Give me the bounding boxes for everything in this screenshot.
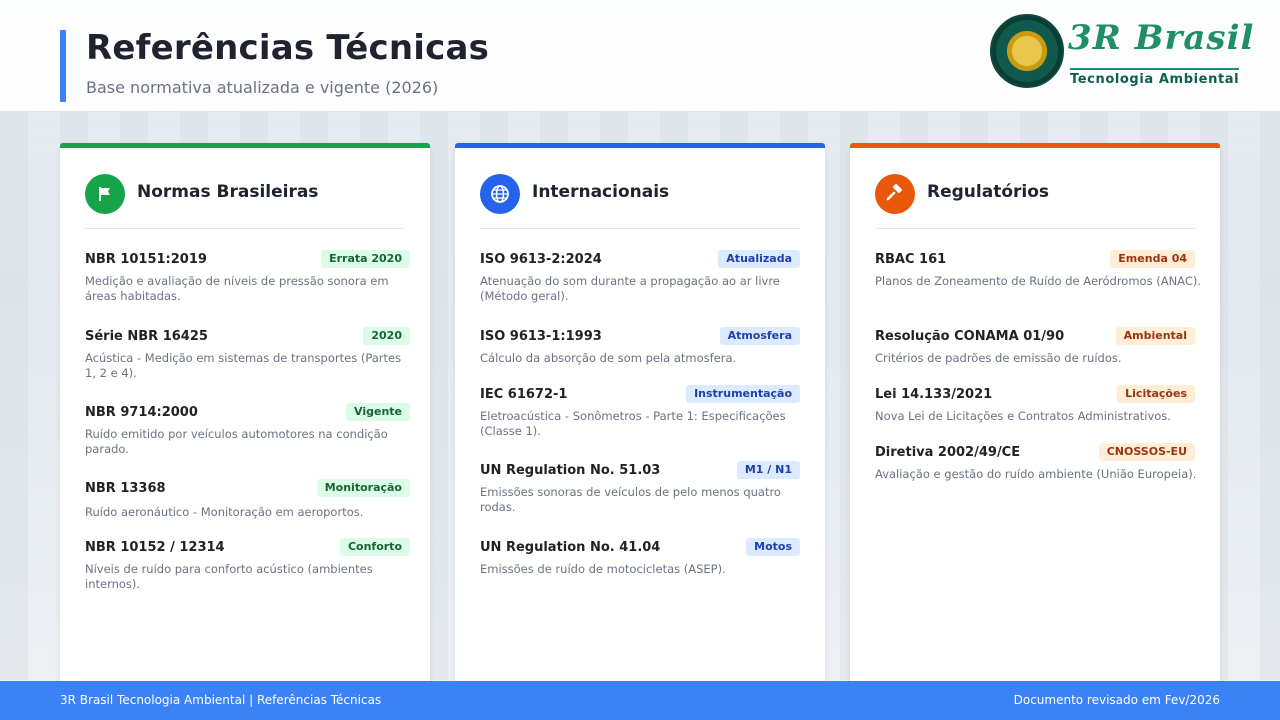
standard-description: Atenuação do som durante a propagação ao…: [480, 274, 780, 303]
card-divider: [875, 228, 1195, 229]
standard-code: NBR 10152 / 12314: [85, 540, 225, 555]
card-title: Regulatórios: [927, 182, 1050, 202]
status-badge: Errata 2020: [321, 250, 410, 268]
standard-description: Eletroacústica - Sonômetros - Parte 1: E…: [480, 409, 786, 438]
company-logo: 3R Brasil Tecnologia Ambiental: [990, 12, 1260, 88]
card-title: Normas Brasileiras: [137, 182, 319, 202]
standard-code: NBR 13368: [85, 481, 166, 496]
standard-code: UN Regulation No. 41.04: [480, 540, 661, 555]
status-badge: Conforto: [339, 538, 410, 556]
standard-description: Acústica - Medição em sistemas de transp…: [85, 351, 402, 380]
card-divider: [480, 228, 800, 229]
card-normas-brasileiras: Normas Brasileiras NBR 10151:2019 Errata…: [60, 143, 430, 688]
standard-description: Avaliação e gestão do ruído ambiente (Un…: [875, 467, 1197, 481]
card-top-bar: [455, 143, 825, 148]
standard-description: Critérios de padrões de emissão de ruído…: [875, 351, 1122, 365]
page-footer: 3R Brasil Tecnologia Ambiental | Referên…: [0, 681, 1280, 720]
standard-description: Níveis de ruído para conforto acústico (…: [85, 562, 373, 591]
standard-description: Emissões sonoras de veículos de pelo men…: [480, 485, 781, 514]
standard-code: Série NBR 16425: [85, 329, 208, 344]
status-badge: Motos: [746, 538, 800, 556]
status-badge: Vigente: [346, 403, 410, 421]
card-top-bar: [850, 143, 1220, 148]
page-header: Referências Técnicas Base normativa atua…: [0, 0, 1280, 112]
status-badge: Licitações: [1117, 385, 1195, 403]
title-accent-bar: [60, 30, 66, 102]
standard-description: Ruído aeronáutico - Monitoração em aerop…: [85, 505, 364, 519]
standard-description: Emissões de ruído de motocicletas (ASEP)…: [480, 562, 726, 576]
standard-description: Nova Lei de Licitações e Contratos Admin…: [875, 409, 1171, 423]
standard-code: RBAC 161: [875, 252, 947, 267]
standard-code: NBR 10151:2019: [85, 252, 207, 267]
status-badge: Monitoração: [316, 479, 410, 497]
standard-code: Resolução CONAMA 01/90: [875, 329, 1065, 344]
status-badge: Ambiental: [1115, 327, 1195, 345]
status-badge: Instrumentação: [686, 385, 800, 403]
standard-code: Diretiva 2002/49/CE: [875, 445, 1021, 460]
flag-icon: [85, 174, 125, 214]
standard-code: UN Regulation No. 51.03: [480, 463, 661, 478]
card-regulatorios: Regulatórios RBAC 161 Emenda 04 Planos d…: [850, 143, 1220, 688]
logo-tagline: Tecnologia Ambiental: [1070, 68, 1240, 87]
standard-description: Ruído emitido por veículos automotores n…: [85, 427, 388, 456]
gavel-icon: [875, 174, 915, 214]
globe-icon: [480, 174, 520, 214]
logo-brand-name: 3R Brasil: [1068, 18, 1255, 58]
card-top-bar: [60, 143, 430, 148]
footer-credit: 3R Brasil Tecnologia Ambiental | Referên…: [60, 693, 382, 707]
standard-code: IEC 61672-1: [480, 387, 568, 402]
standard-code: Lei 14.133/2021: [875, 387, 993, 402]
footer-revision-date: Documento revisado em Fev/2026: [1013, 693, 1220, 707]
status-badge: Atmosfera: [719, 327, 800, 345]
standard-description: Planos de Zoneamento de Ruído de Aeródro…: [875, 274, 1202, 288]
page-subtitle: Base normativa atualizada e vigente (202…: [86, 78, 439, 97]
standard-description: Medição e avaliação de níveis de pressão…: [85, 274, 389, 303]
status-badge: M1 / N1: [736, 461, 800, 479]
standard-code: ISO 9613-2:2024: [480, 252, 602, 267]
card-divider: [85, 228, 405, 229]
standard-code: NBR 9714:2000: [85, 405, 198, 420]
standard-code: ISO 9613-1:1993: [480, 329, 602, 344]
status-badge: CNOSSOS-EU: [1098, 443, 1195, 461]
card-title: Internacionais: [532, 182, 670, 202]
logo-emblem-icon: [990, 14, 1064, 88]
page-title: Referências Técnicas: [86, 28, 490, 68]
standard-description: Cálculo da absorção de som pela atmosfer…: [480, 351, 737, 365]
card-internacionais: Internacionais ISO 9613-2:2024 Atualizad…: [455, 143, 825, 688]
status-badge: 2020: [363, 327, 410, 345]
status-badge: Emenda 04: [1110, 250, 1195, 268]
status-badge: Atualizada: [718, 250, 800, 268]
